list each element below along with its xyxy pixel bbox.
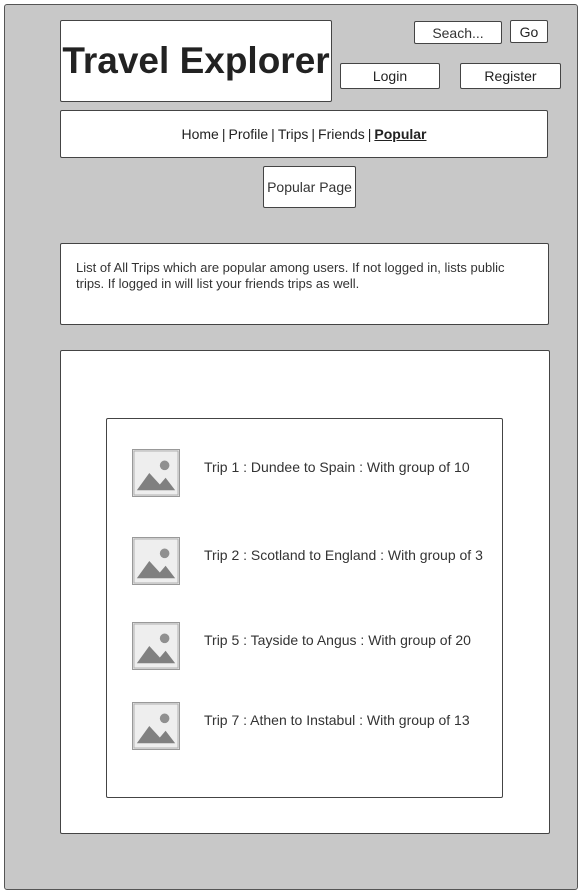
search-input[interactable]: Seach... (414, 21, 502, 44)
search-placeholder: Seach... (432, 24, 484, 41)
nav-profile[interactable]: Profile (228, 126, 268, 142)
go-button-label: Go (519, 23, 539, 40)
trip-label[interactable]: Trip 2 : Scotland to England : With grou… (204, 547, 483, 563)
list-item[interactable]: Trip 2 : Scotland to England : With grou… (132, 537, 483, 585)
nav-popular[interactable]: Popular (374, 126, 426, 142)
description-box: List of All Trips which are popular amon… (60, 243, 549, 325)
register-button[interactable]: Register (460, 63, 561, 89)
list-item[interactable]: Trip 7 : Athen to Instabul : With group … (132, 702, 470, 750)
go-button[interactable]: Go (510, 20, 548, 43)
nav-separator: | (367, 126, 372, 142)
list-item[interactable]: Trip 5 : Tayside to Angus : With group o… (132, 622, 471, 670)
page-title: Popular Page (263, 166, 356, 208)
login-button[interactable]: Login (340, 63, 440, 89)
nav-trips[interactable]: Trips (278, 126, 309, 142)
image-placeholder-icon[interactable] (132, 449, 180, 497)
nav-separator: | (221, 126, 226, 142)
list-item[interactable]: Trip 1 : Dundee to Spain : With group of… (132, 449, 470, 497)
register-button-label: Register (484, 68, 537, 84)
trip-label[interactable]: Trip 1 : Dundee to Spain : With group of… (204, 459, 470, 475)
site-logo[interactable]: Travel Explorer (60, 20, 332, 102)
site-title: Travel Explorer (62, 40, 330, 81)
nav-friends[interactable]: Friends (318, 126, 365, 142)
page-title-text: Popular Page (267, 179, 352, 195)
login-button-label: Login (372, 68, 408, 84)
trip-label[interactable]: Trip 5 : Tayside to Angus : With group o… (204, 632, 471, 648)
image-placeholder-icon[interactable] (132, 702, 180, 750)
trip-label[interactable]: Trip 7 : Athen to Instabul : With group … (204, 712, 470, 728)
nav-separator: | (271, 126, 275, 142)
description-text: List of All Trips which are popular amon… (76, 260, 505, 291)
nav-separator: | (311, 126, 316, 142)
image-placeholder-icon[interactable] (132, 537, 180, 585)
nav-bar: Home | Profile | Trips | Friends | Popul… (60, 110, 548, 158)
nav-home[interactable]: Home (181, 126, 218, 142)
image-placeholder-icon[interactable] (132, 622, 180, 670)
